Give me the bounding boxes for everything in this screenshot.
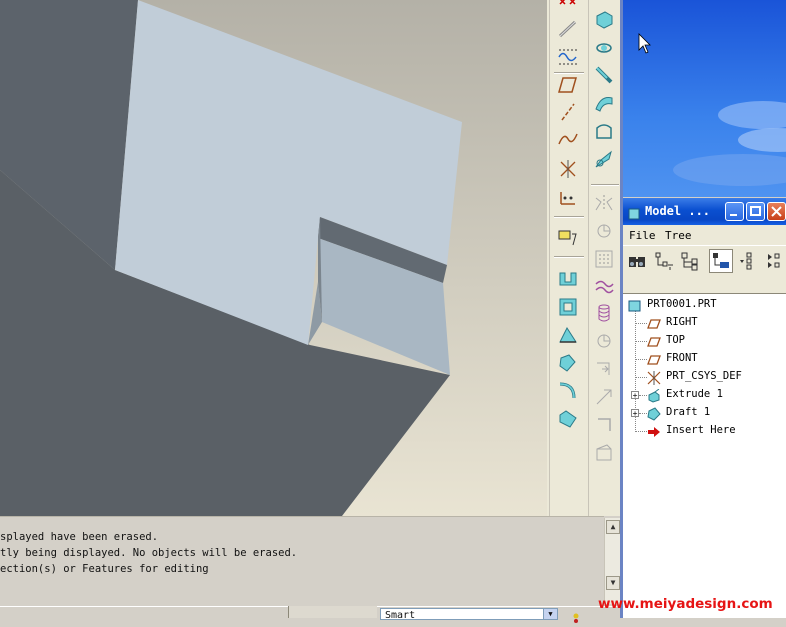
- message-line: ection(s) or Features for editing: [0, 563, 209, 575]
- datum-axis-icon[interactable]: [557, 101, 579, 123]
- model-tree-toolbar: [623, 245, 786, 277]
- feature-toolbar: [588, 0, 621, 516]
- menu-tree[interactable]: Tree: [665, 229, 692, 242]
- scroll-up-icon[interactable]: ▲: [606, 520, 620, 534]
- extend-tool-icon[interactable]: [593, 386, 615, 408]
- mirror-tool-icon[interactable]: [593, 192, 615, 214]
- datum-plane-icon: [647, 334, 661, 348]
- tree-connector: [635, 359, 647, 360]
- message-line: tly being displayed. No objects will be …: [0, 547, 298, 559]
- tree-connector: [635, 341, 647, 342]
- toolbar-separator: [591, 184, 619, 186]
- trim-tool-icon[interactable]: [593, 414, 615, 436]
- csys-tool-icon[interactable]: [557, 186, 579, 208]
- insert-arrow-icon: [647, 424, 661, 438]
- datum-plane-icon[interactable]: [557, 74, 579, 96]
- tree-node-label: TOP: [666, 334, 685, 346]
- message-scrollbar[interactable]: ▲ ▼: [604, 518, 621, 604]
- part-icon: [628, 298, 642, 312]
- message-area: splayed have been erased. tly being disp…: [0, 516, 604, 607]
- selection-filter-value: Smart: [385, 610, 416, 620]
- window-app-icon: [628, 205, 640, 220]
- graphics-viewport[interactable]: [0, 0, 547, 516]
- shell-tool-icon[interactable]: [557, 296, 579, 318]
- find-icon[interactable]: [626, 251, 648, 271]
- blend-tool-icon[interactable]: [593, 92, 615, 114]
- tree-node-label: FRONT: [666, 352, 698, 364]
- minimize-button[interactable]: [725, 202, 744, 221]
- menu-file[interactable]: File: [629, 229, 656, 242]
- hide-datum-icon[interactable]: [557, 0, 579, 16]
- merge-tool-icon[interactable]: [593, 220, 615, 242]
- expand-toggle-icon[interactable]: +: [631, 391, 639, 400]
- toolbar-separator: [554, 256, 584, 258]
- model-tree-menubar: File Tree: [623, 225, 786, 245]
- extrude-tool-icon[interactable]: [593, 8, 615, 30]
- chamfer-tool-icon[interactable]: [557, 408, 579, 430]
- intersect-tool-icon[interactable]: [593, 442, 615, 464]
- tree-columns-icon[interactable]: [679, 251, 701, 271]
- selection-filter-select[interactable]: Smart ▼: [380, 608, 558, 620]
- extrude-icon: [647, 388, 661, 403]
- rib-tool-icon[interactable]: [557, 324, 579, 346]
- tree-node-label: Extrude 1: [666, 388, 723, 400]
- tree-header-gap: [623, 276, 786, 294]
- model-view[interactable]: [0, 0, 547, 516]
- offset-tool-icon[interactable]: [593, 358, 615, 380]
- maximize-button[interactable]: [746, 202, 765, 221]
- tree-connector: [635, 431, 647, 432]
- message-line: splayed have been erased.: [0, 531, 159, 543]
- status-segment: [288, 606, 377, 618]
- pattern-tool-icon[interactable]: [593, 248, 615, 270]
- revolve-tool-icon[interactable]: [593, 36, 615, 58]
- draft-tool-icon[interactable]: [557, 352, 579, 374]
- toolbar-separator: [554, 216, 584, 218]
- model-tree-panel[interactable]: PRT0001.PRT RIGHT TOP FRONT PRT_CSYS_DEF…: [623, 294, 786, 618]
- curve-tool-icon[interactable]: [557, 46, 579, 68]
- sketch-curve-icon[interactable]: [557, 128, 579, 150]
- tree-connector: [639, 395, 647, 396]
- axis-icon[interactable]: [557, 18, 579, 40]
- tree-connector: [639, 413, 647, 414]
- chevron-down-icon[interactable]: ▼: [543, 609, 557, 619]
- scroll-down-icon[interactable]: ▼: [606, 576, 620, 590]
- hole-tool-icon[interactable]: [557, 268, 579, 290]
- show-tree-icon[interactable]: [709, 249, 733, 273]
- boundary-blend-icon[interactable]: [593, 120, 615, 142]
- tree-node-label: Draft 1: [666, 406, 711, 418]
- csys-icon: [647, 370, 661, 385]
- tree-settings-icon[interactable]: [737, 251, 759, 271]
- tree-node-label: PRT0001.PRT: [647, 298, 717, 310]
- analysis-icon[interactable]: [557, 226, 579, 248]
- sweep-tool-icon[interactable]: [593, 64, 615, 86]
- datum-point-icon[interactable]: [557, 158, 579, 180]
- solidify-tool-icon[interactable]: [593, 330, 615, 352]
- tree-connector: [635, 323, 647, 324]
- window-title: Model ...: [645, 204, 711, 218]
- datum-plane-icon: [647, 352, 661, 366]
- expand-all-icon[interactable]: [763, 251, 785, 271]
- tree-connector: [635, 377, 647, 378]
- style-tool-icon[interactable]: [593, 148, 615, 170]
- tree-node-label: Insert Here: [666, 424, 736, 436]
- tree-node-label: RIGHT: [666, 316, 698, 328]
- expand-toggle-icon[interactable]: +: [631, 409, 639, 418]
- model-tree-titlebar[interactable]: Model ...: [623, 198, 786, 225]
- model-tree-window: Model ... File Tree PRT0001.PRT RIGHT TO…: [623, 198, 786, 618]
- close-button[interactable]: [767, 202, 786, 221]
- draft-icon: [647, 406, 661, 421]
- status-light-icon: [572, 608, 580, 623]
- round-tool-icon[interactable]: [557, 380, 579, 402]
- datum-toolbar: [549, 0, 588, 516]
- watermark-text: www.meiyadesign.com: [598, 596, 773, 612]
- tree-node-label: PRT_CSYS_DEF: [666, 370, 742, 382]
- datum-plane-icon: [647, 316, 661, 330]
- thicken-tool-icon[interactable]: [593, 302, 615, 324]
- desktop-wallpaper: [623, 0, 786, 197]
- tree-filter-icon[interactable]: [653, 251, 675, 271]
- warp-tool-icon[interactable]: [593, 276, 615, 298]
